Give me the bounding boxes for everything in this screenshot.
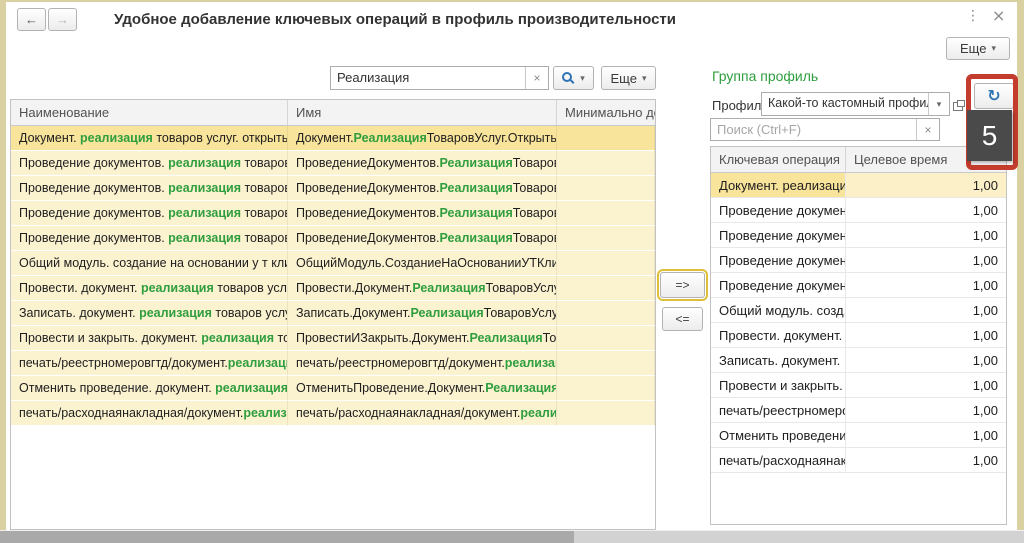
window-frame-left [0, 0, 6, 531]
table-row[interactable]: Общий модуль. создание на основании у т … [11, 251, 655, 276]
window-frame-top [0, 0, 1024, 2]
more-label: Еще [611, 71, 637, 86]
table-row[interactable]: Проведение документов. реализация товаро… [11, 176, 655, 201]
table-row[interactable]: печать/реестрномеро...1,00 [711, 398, 1006, 423]
search-input[interactable]: Реализация × [330, 66, 549, 90]
table-row[interactable]: печать/расходнаянакладная/документ.реали… [11, 401, 655, 426]
search-button[interactable]: ▾ [553, 66, 594, 90]
add-to-profile-button[interactable]: => [660, 272, 705, 298]
chevron-down-icon: ▾ [580, 74, 585, 83]
window-h-scrollbar-thumb[interactable] [0, 531, 574, 543]
table-row[interactable]: Отменить проведени...1,00 [711, 423, 1006, 448]
table-header: Наименование Имя Минимально допу [11, 100, 655, 126]
table-row[interactable]: Провести. документ. ...1,00 [711, 323, 1006, 348]
back-icon: ← [25, 12, 38, 27]
combo-dropdown[interactable]: ▾ [928, 93, 949, 115]
table-row[interactable]: Записать. документ. ...1,00 [711, 348, 1006, 373]
table-row[interactable]: Документ. реализаци...1,00 [711, 173, 1006, 198]
profile-search-input[interactable]: Поиск (Ctrl+F) × [710, 118, 940, 141]
chevron-down-icon: ▾ [642, 74, 647, 83]
table-row[interactable]: Проведение документов. реализация товаро… [11, 201, 655, 226]
add-arrow-label: => [675, 278, 689, 292]
column-header-name[interactable]: Наименование [11, 100, 288, 125]
window-more-button[interactable]: Еще ▾ [946, 37, 1010, 60]
table-row[interactable]: Провести и закрыть. ...1,00 [711, 373, 1006, 398]
right-table-body: Документ. реализаци...1,00Проведение док… [711, 173, 1006, 473]
table-row[interactable]: Документ. реализация товаров услуг. откр… [11, 126, 655, 151]
clear-search-icon[interactable]: × [525, 67, 548, 89]
profile-value[interactable]: Какой-то кастомный профиль [762, 93, 928, 115]
search-icon [562, 72, 575, 85]
column-header-min-time[interactable]: Минимально допу [557, 100, 655, 125]
chevron-down-icon: ▾ [991, 44, 996, 53]
table-row[interactable]: Проведение документов. реализация товаро… [11, 226, 655, 251]
more-label: Еще [960, 41, 986, 56]
remove-from-profile-button[interactable]: <= [662, 307, 703, 331]
column-header-internal-name[interactable]: Имя [288, 100, 557, 125]
chevron-down-icon: ▾ [937, 100, 942, 109]
profile-search-placeholder[interactable]: Поиск (Ctrl+F) [711, 119, 916, 140]
table-row[interactable]: Проведение докумен...1,00 [711, 248, 1006, 273]
left-more-button[interactable]: Еще ▾ [601, 66, 656, 90]
table-row[interactable]: печать/расходнаянак...1,00 [711, 448, 1006, 473]
table-row[interactable]: Проведение докумен...1,00 [711, 223, 1006, 248]
back-button[interactable]: ← [17, 8, 46, 31]
profile-combobox[interactable]: Какой-то кастомный профиль ▾ [761, 92, 950, 116]
table-row[interactable]: Проведение документов. реализация товаро… [11, 151, 655, 176]
table-row[interactable]: Провести и закрыть. документ. реализация… [11, 326, 655, 351]
open-icon[interactable] [953, 100, 965, 111]
table-row[interactable]: Отменить проведение. документ. реализаци… [11, 376, 655, 401]
table-row[interactable]: печать/реестрномеровгтд/документ.реализа… [11, 351, 655, 376]
table-row[interactable]: Проведение докумен...1,00 [711, 273, 1006, 298]
left-table-body: Документ. реализация товаров услуг. откр… [11, 126, 655, 426]
table-row[interactable]: Записать. документ. реализация товаров у… [11, 301, 655, 326]
table-header: Ключевая операция Целевое время [711, 147, 1006, 173]
group-title: Группа профиль [712, 68, 818, 84]
annotation-step-badge: 5 [967, 110, 1012, 161]
table-row[interactable]: Общий модуль. созд...1,00 [711, 298, 1006, 323]
profile-operations-table: Ключевая операция Целевое время Документ… [710, 146, 1007, 525]
table-row[interactable]: Провести. документ. реализация товаров у… [11, 276, 655, 301]
forward-button[interactable]: → [48, 8, 77, 31]
close-icon[interactable]: × [992, 6, 1005, 25]
app-window: ← → Удобное добавление ключевых операций… [0, 0, 1024, 543]
window-h-scrollbar[interactable] [0, 531, 1024, 543]
column-header-key-operation[interactable]: Ключевая операция [711, 147, 846, 172]
table-row[interactable]: Проведение докумен...1,00 [711, 198, 1006, 223]
clear-search-icon[interactable]: × [916, 119, 939, 140]
forward-icon: → [56, 12, 69, 27]
kebab-icon[interactable]: ⋮ [966, 8, 980, 24]
search-value[interactable]: Реализация [331, 67, 525, 89]
operations-table: Наименование Имя Минимально допу Докумен… [10, 99, 656, 530]
remove-arrow-label: <= [675, 312, 689, 326]
window-frame-right [1017, 0, 1024, 531]
page-title: Удобное добавление ключевых операций в п… [114, 11, 676, 28]
